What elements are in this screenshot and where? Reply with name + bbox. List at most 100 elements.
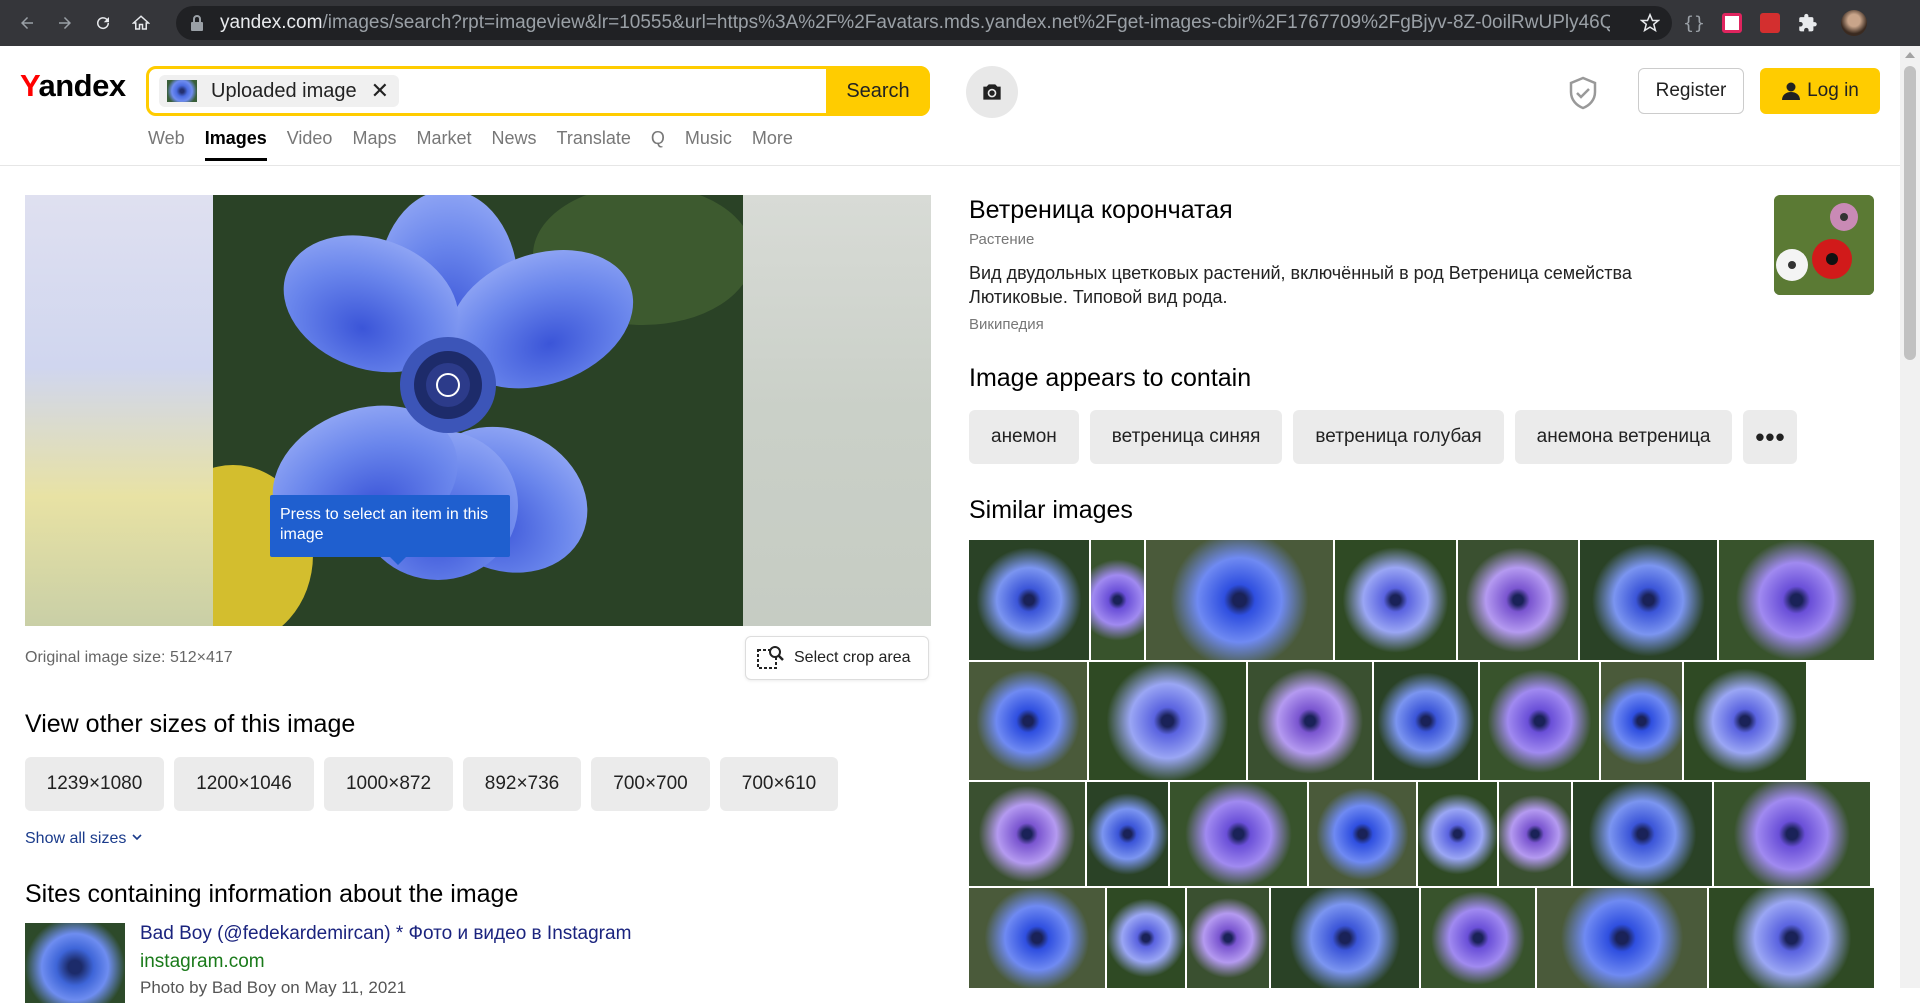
- similar-image-thumbnail[interactable]: [969, 662, 1087, 780]
- sites-heading: Sites containing information about the i…: [25, 880, 519, 908]
- tag-chip[interactable]: анемон: [969, 410, 1079, 464]
- similar-image-thumbnail[interactable]: [1271, 888, 1419, 988]
- size-option[interactable]: 1000×872: [324, 757, 453, 811]
- similar-image-thumbnail[interactable]: [1480, 662, 1599, 780]
- page-scrollbar[interactable]: [1900, 46, 1920, 988]
- site-description: Photo by Bad Boy on May 11, 2021: [140, 978, 407, 997]
- camera-search-button[interactable]: [966, 66, 1018, 118]
- similar-image-thumbnail[interactable]: [1089, 662, 1246, 780]
- entity-title[interactable]: Ветреница корончатая: [969, 196, 1233, 225]
- extension-braces-icon[interactable]: {}: [1680, 9, 1708, 37]
- search-button[interactable]: Search: [826, 66, 930, 116]
- size-option[interactable]: 1200×1046: [174, 757, 314, 811]
- tab-market[interactable]: Market: [416, 128, 471, 161]
- tag-chip[interactable]: ветреница синяя: [1089, 410, 1283, 464]
- uploaded-image-label: Uploaded image: [211, 79, 357, 102]
- service-tabs: Web Images Video Maps Market News Transl…: [148, 128, 813, 161]
- size-option[interactable]: 892×736: [463, 757, 581, 811]
- similar-image-thumbnail[interactable]: [1309, 782, 1416, 886]
- extension-pdf-icon[interactable]: [1756, 9, 1784, 37]
- site-host[interactable]: instagram.com: [140, 951, 265, 973]
- url-text: yandex.com/images/search?rpt=imageview&l…: [220, 12, 1610, 33]
- similar-image-thumbnail[interactable]: [1684, 662, 1806, 780]
- similar-image-thumbnail[interactable]: [1719, 540, 1874, 660]
- tag-chip[interactable]: ветреница голубая: [1293, 410, 1504, 464]
- similar-image-thumbnail[interactable]: [1146, 540, 1333, 660]
- more-tags-button[interactable]: •••: [1743, 410, 1798, 464]
- size-option[interactable]: 1239×1080: [25, 757, 164, 811]
- similar-image-thumbnail[interactable]: [1335, 540, 1456, 660]
- select-item-tooltip: Press to select an item in this image: [270, 495, 510, 565]
- profile-avatar-icon[interactable]: [1840, 9, 1868, 37]
- yandex-logo[interactable]: Yandex: [20, 68, 126, 104]
- bookmark-star-icon[interactable]: [1640, 13, 1660, 33]
- preview-photo[interactable]: [213, 195, 743, 626]
- back-icon[interactable]: [12, 8, 42, 38]
- tab-video[interactable]: Video: [287, 128, 333, 161]
- tab-news[interactable]: News: [491, 128, 536, 161]
- extension-pocket-icon[interactable]: [1718, 9, 1746, 37]
- similar-image-thumbnail[interactable]: [1580, 540, 1717, 660]
- similar-image-thumbnail[interactable]: [1714, 782, 1870, 886]
- similar-image-thumbnail[interactable]: [969, 540, 1089, 660]
- tab-q[interactable]: Q: [651, 128, 665, 161]
- uploaded-image-chip[interactable]: Uploaded image ✕: [159, 75, 400, 107]
- preview-blur-left: [25, 195, 213, 626]
- similar-image-thumbnail[interactable]: [1187, 888, 1269, 988]
- similar-image-thumbnail[interactable]: [1537, 888, 1707, 988]
- size-option[interactable]: 700×610: [720, 757, 838, 811]
- address-bar[interactable]: yandex.com/images/search?rpt=imageview&l…: [176, 6, 1672, 40]
- tab-music[interactable]: Music: [685, 128, 732, 161]
- similar-image-thumbnail[interactable]: [1087, 782, 1168, 886]
- similar-image-thumbnail[interactable]: [1091, 540, 1144, 660]
- remove-image-icon[interactable]: ✕: [371, 78, 389, 104]
- similar-image-thumbnail[interactable]: [1248, 662, 1372, 780]
- tab-more[interactable]: More: [752, 128, 793, 161]
- browser-toolbar: yandex.com/images/search?rpt=imageview&l…: [0, 0, 1920, 46]
- tag-chip[interactable]: анемона ветреница: [1514, 410, 1733, 464]
- show-all-sizes-label: Show all sizes: [25, 830, 127, 847]
- camera-icon: [983, 84, 1001, 100]
- show-all-sizes-link[interactable]: Show all sizes: [25, 830, 143, 848]
- login-label: Log in: [1807, 80, 1859, 101]
- crop-button-label: Select crop area: [794, 649, 911, 666]
- similar-image-thumbnail[interactable]: [1374, 662, 1478, 780]
- site-thumbnail[interactable]: [25, 923, 125, 1003]
- tab-translate[interactable]: Translate: [557, 128, 631, 161]
- similar-image-thumbnail[interactable]: [1499, 782, 1571, 886]
- site-title-link[interactable]: Bad Boy (@fedekardemircan) * Фото и виде…: [140, 923, 631, 945]
- register-button[interactable]: Register: [1638, 68, 1744, 114]
- size-option[interactable]: 700×700: [591, 757, 710, 811]
- similar-image-thumbnail[interactable]: [1107, 888, 1185, 988]
- entity-source[interactable]: Википедия: [969, 316, 1044, 333]
- tab-web[interactable]: Web: [148, 128, 185, 161]
- tab-maps[interactable]: Maps: [352, 128, 396, 161]
- tab-images[interactable]: Images: [204, 128, 267, 161]
- similar-image-thumbnail[interactable]: [969, 782, 1085, 886]
- similar-image-thumbnail[interactable]: [1421, 888, 1535, 988]
- shield-check-icon[interactable]: [1568, 76, 1598, 110]
- login-button[interactable]: Log in: [1760, 68, 1880, 114]
- similar-image-thumbnail[interactable]: [1573, 782, 1712, 886]
- tag-list: анемон ветреница синяя ветреница голубая…: [969, 410, 1808, 464]
- similar-heading: Similar images: [969, 496, 1133, 524]
- home-icon[interactable]: [126, 8, 156, 38]
- extensions-puzzle-icon[interactable]: [1794, 9, 1822, 37]
- entity-image[interactable]: [1774, 195, 1874, 295]
- scroll-up-arrow[interactable]: [1905, 52, 1915, 58]
- forward-icon[interactable]: [50, 8, 80, 38]
- similar-image-thumbnail[interactable]: [1170, 782, 1307, 886]
- similar-image-thumbnail[interactable]: [1601, 662, 1682, 780]
- scrollbar-thumb[interactable]: [1904, 66, 1916, 360]
- select-crop-area-button[interactable]: Select crop area: [745, 636, 929, 680]
- reload-icon[interactable]: [88, 8, 118, 38]
- image-preview[interactable]: Press to select an item in this image: [25, 195, 931, 626]
- site-header: Yandex Uploaded image ✕ Search Register …: [0, 46, 1900, 166]
- similar-image-thumbnail[interactable]: [969, 888, 1105, 988]
- contains-heading: Image appears to contain: [969, 364, 1252, 392]
- similar-image-thumbnail[interactable]: [1418, 782, 1497, 886]
- similar-image-thumbnail[interactable]: [1709, 888, 1874, 988]
- search-box[interactable]: Uploaded image ✕ Search: [146, 66, 930, 116]
- similar-image-thumbnail[interactable]: [1458, 540, 1578, 660]
- preview-blur-right: [743, 195, 931, 626]
